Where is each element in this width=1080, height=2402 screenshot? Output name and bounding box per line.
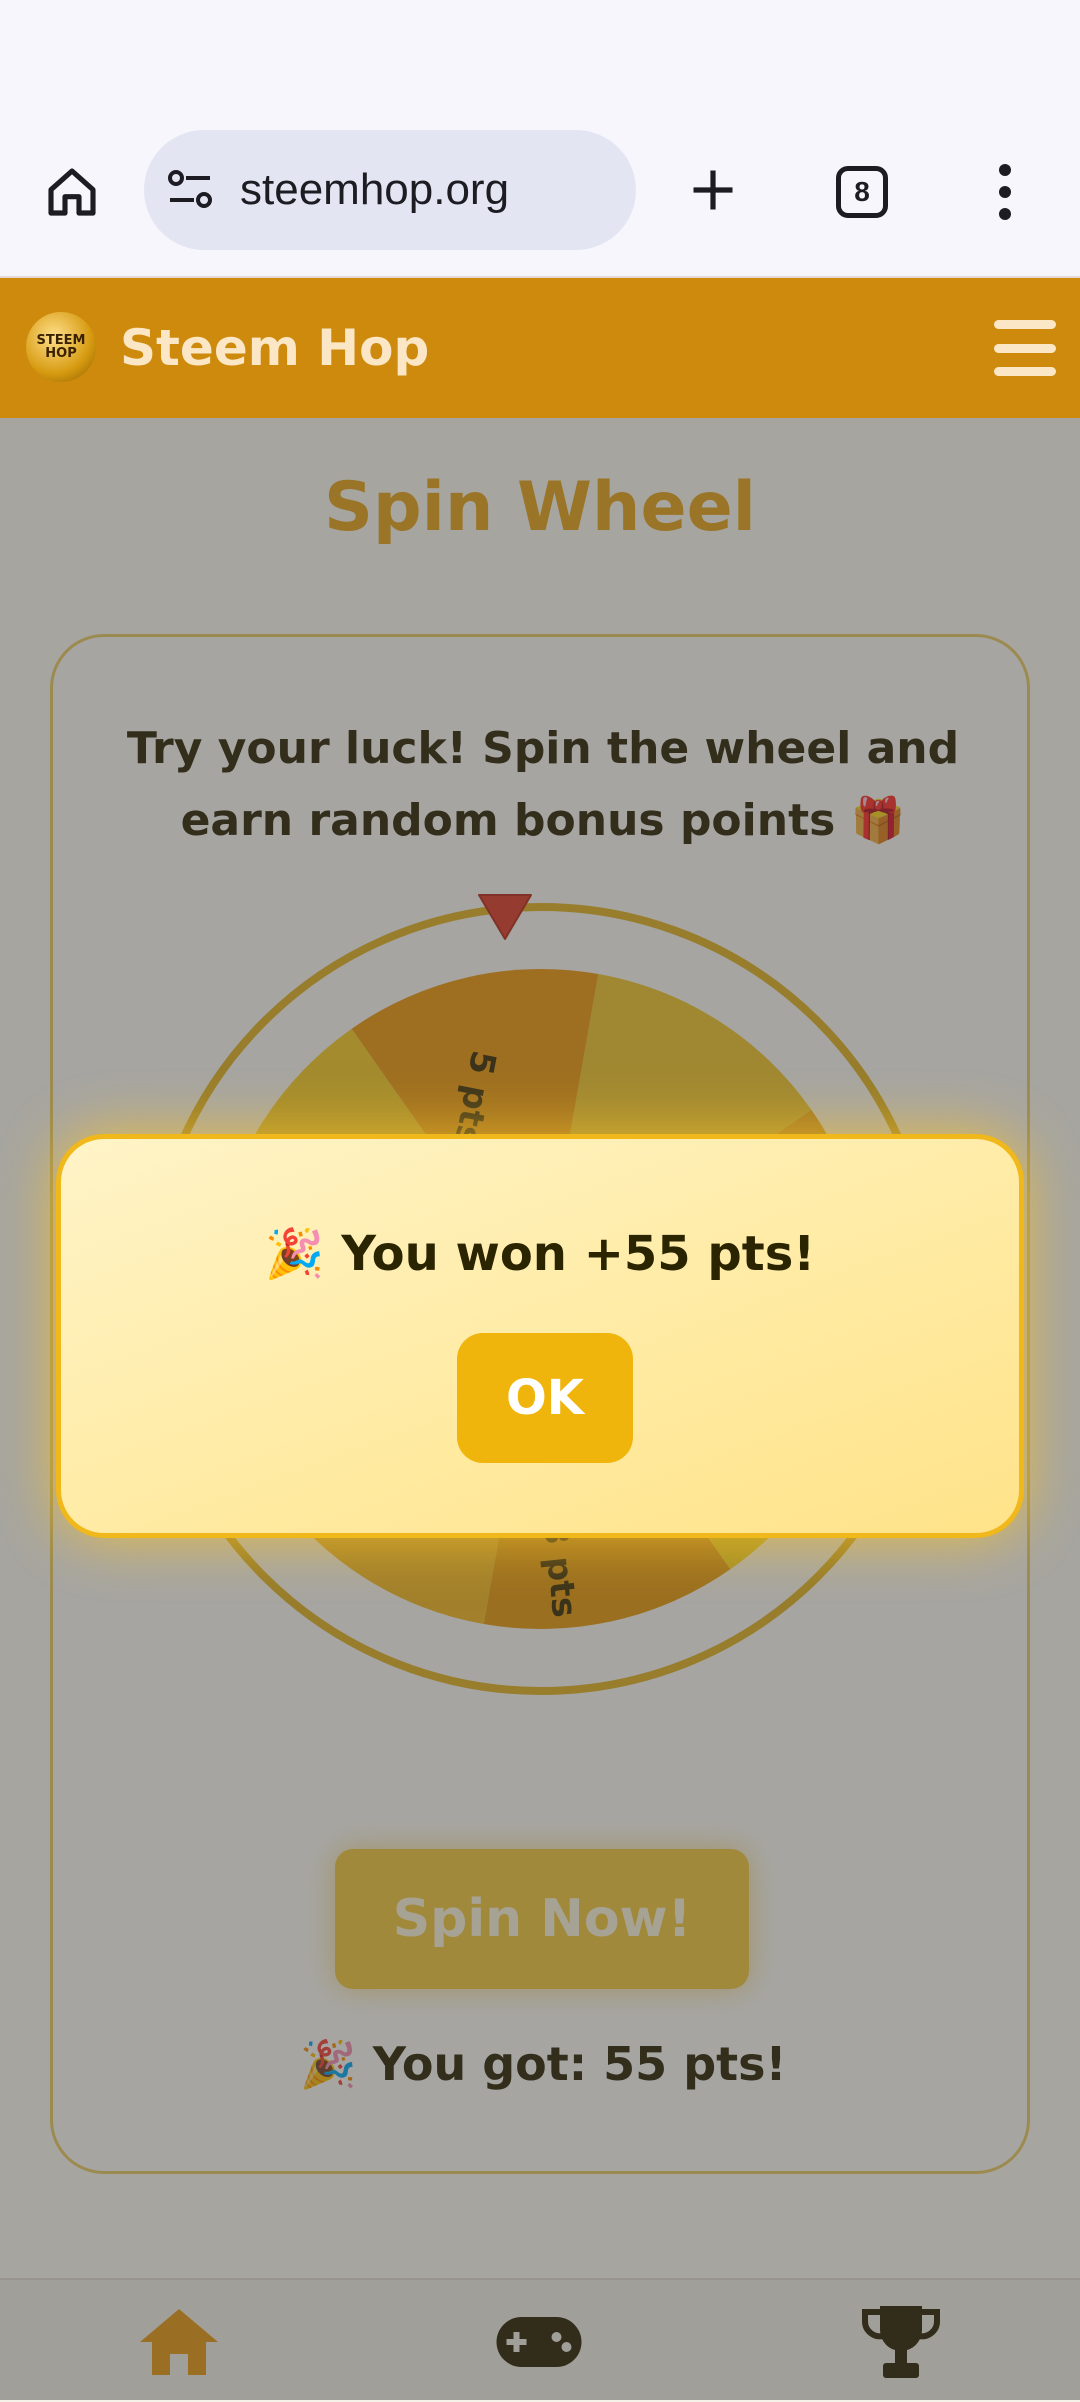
plus-icon — [693, 170, 733, 210]
ok-button[interactable]: OK — [457, 1333, 633, 1463]
logo-text: STEEM HOP — [36, 333, 86, 361]
browser-home-button[interactable] — [40, 160, 104, 224]
address-bar[interactable]: steemhop.org — [144, 130, 636, 250]
site-settings-icon[interactable] — [166, 168, 214, 212]
hamburger-menu-icon[interactable] — [994, 320, 1056, 376]
home-icon — [48, 168, 96, 216]
site-logo[interactable]: STEEM HOP — [26, 312, 96, 382]
new-tab-button[interactable] — [683, 160, 743, 220]
site-brand[interactable]: Steem Hop — [120, 278, 429, 418]
tab-switcher-button[interactable]: 8 — [836, 166, 888, 218]
win-dialog: 🎉 You won +55 pts! OK — [56, 1134, 1024, 1538]
more-dot — [999, 164, 1011, 176]
browser-toolbar: steemhop.org 8 — [0, 130, 1080, 278]
site-header: STEEM HOP Steem Hop — [0, 278, 1080, 418]
hamburger-line — [994, 320, 1056, 329]
more-dot — [999, 186, 1011, 198]
hamburger-line — [994, 343, 1056, 353]
hamburger-line — [994, 367, 1056, 376]
browser-menu-button[interactable] — [990, 160, 1020, 224]
more-dot — [999, 208, 1011, 220]
url-text: steemhop.org — [240, 165, 510, 214]
win-message: 🎉 You won +55 pts! — [264, 1226, 816, 1282]
tab-count: 8 — [854, 176, 870, 207]
status-bar — [0, 0, 1080, 130]
